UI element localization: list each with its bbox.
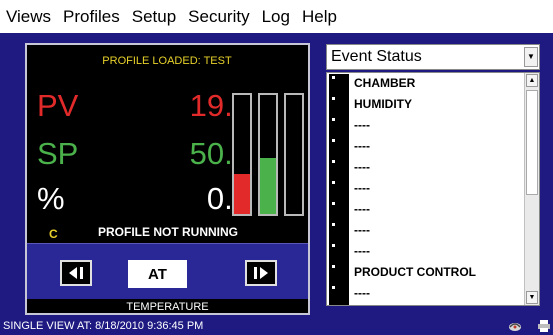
event-row[interactable]: PRODUCT CONTROL	[327, 262, 525, 284]
menu-profiles[interactable]: Profiles	[63, 0, 120, 33]
event-row[interactable]: ----	[327, 136, 525, 158]
event-label: HUMIDITY	[354, 97, 412, 111]
menu-setup[interactable]: Setup	[132, 0, 176, 33]
event-list-scrollbar[interactable]: ▲ ▼	[524, 73, 539, 305]
loop-name: TEMPERATURE	[126, 301, 209, 313]
event-toggle[interactable]	[329, 116, 349, 137]
menu-security[interactable]: Security	[188, 0, 249, 33]
event-row[interactable]: ----	[327, 241, 525, 263]
status-bar: SINGLE VIEW AT: 8/18/2010 9:36:45 PM	[0, 318, 553, 335]
output-bar	[284, 93, 304, 216]
loop-nav-area: AT	[27, 243, 308, 299]
event-toggle[interactable]	[329, 263, 349, 284]
event-label: ----	[354, 202, 370, 216]
event-indicator-icon	[332, 139, 335, 142]
event-status-select[interactable]: Event Status ▼	[326, 44, 540, 70]
event-toggle[interactable]	[329, 74, 349, 95]
alarm-icon[interactable]	[508, 319, 522, 333]
main-panel: PROFILE LOADED: TEST PV 19.7 SP 50.0 % 0…	[0, 33, 553, 318]
chevron-down-icon[interactable]: ▼	[524, 47, 538, 67]
event-row[interactable]: ----	[327, 115, 525, 137]
status-text: SINGLE VIEW AT: 8/18/2010 9:36:45 PM	[3, 320, 204, 332]
event-label: ----	[354, 160, 370, 174]
event-select-value: Event Status	[331, 48, 422, 65]
event-indicator-icon	[332, 244, 335, 247]
event-row[interactable]: CHAMBER	[327, 73, 525, 95]
event-list: CHAMBER HUMIDITY ---- ---- ---- ---- ---- ---- -…	[326, 72, 540, 306]
arrow-right-icon	[254, 267, 268, 279]
sp-label: SP	[37, 136, 79, 171]
menu-log[interactable]: Log	[262, 0, 290, 33]
arrow-left-icon	[69, 267, 83, 279]
autotune-button[interactable]: AT	[128, 260, 187, 288]
event-toggle[interactable]	[329, 221, 349, 242]
pv-label: PV	[37, 88, 79, 123]
units-indicator: C	[49, 227, 58, 241]
event-label: PRODUCT CONTROL	[354, 265, 476, 279]
event-toggle[interactable]	[329, 242, 349, 263]
event-toggle[interactable]	[329, 179, 349, 200]
event-indicator-icon	[332, 97, 335, 100]
event-row[interactable]: ----	[327, 157, 525, 179]
profile-status-text: PROFILE NOT RUNNING	[98, 225, 238, 239]
sp-bar-fill	[260, 158, 276, 214]
event-label: ----	[354, 118, 370, 132]
event-indicator-icon	[332, 118, 335, 121]
event-toggle[interactable]	[329, 137, 349, 158]
event-row[interactable]: HUMIDITY	[327, 94, 525, 116]
printer-icon[interactable]	[537, 319, 551, 333]
sp-bar	[258, 93, 278, 216]
profile-loaded-text: PROFILE LOADED: TEST	[102, 55, 232, 67]
event-row[interactable]: ----	[327, 283, 525, 305]
output-label: %	[37, 181, 65, 216]
event-toggle[interactable]	[329, 284, 349, 305]
event-row[interactable]: ----	[327, 199, 525, 221]
event-indicator-icon	[332, 76, 335, 79]
event-toggle[interactable]	[329, 158, 349, 179]
event-label: ----	[354, 139, 370, 153]
scroll-up-icon[interactable]: ▲	[526, 74, 538, 87]
event-indicator-icon	[332, 265, 335, 268]
event-indicator-icon	[332, 223, 335, 226]
event-label: ----	[354, 244, 370, 258]
event-indicator-icon	[332, 286, 335, 289]
event-row[interactable]: ----	[327, 220, 525, 242]
pv-bar-fill	[234, 173, 250, 214]
event-label: ----	[354, 223, 370, 237]
event-indicator-icon	[332, 160, 335, 163]
event-toggle[interactable]	[329, 95, 349, 116]
prev-loop-button[interactable]	[60, 260, 92, 286]
event-label: ----	[354, 286, 370, 300]
loop-display: PROFILE LOADED: TEST PV 19.7 SP 50.0 % 0…	[25, 43, 310, 315]
next-loop-button[interactable]	[245, 260, 277, 286]
event-indicator-icon	[332, 181, 335, 184]
scroll-down-icon[interactable]: ▼	[526, 291, 538, 304]
scroll-thumb[interactable]	[526, 90, 538, 195]
event-label: ----	[354, 181, 370, 195]
event-label: CHAMBER	[354, 76, 416, 90]
pv-bar	[232, 93, 252, 216]
menu-bar: Views Profiles Setup Security Log Help	[0, 0, 553, 33]
menu-views[interactable]: Views	[6, 0, 51, 33]
event-indicator-icon	[332, 202, 335, 205]
event-toggle[interactable]	[329, 200, 349, 221]
menu-help[interactable]: Help	[302, 0, 337, 33]
event-row[interactable]: ----	[327, 178, 525, 200]
